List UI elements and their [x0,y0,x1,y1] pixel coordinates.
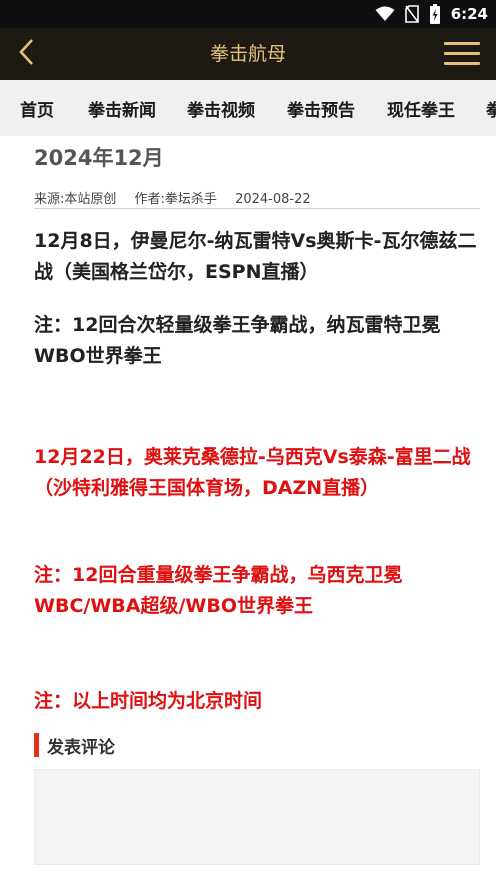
hamburger-menu-icon [444,42,480,45]
app-title: 拳击航母 [209,43,286,65]
nav-item-boxing-news[interactable]: 拳击新闻 [88,80,156,136]
article-paragraph-highlight: 注：以上时间均为北京时间 [34,690,263,712]
hamburger-line [444,52,480,55]
status-time: 6:24 [450,5,488,23]
status-icons: 6:24 [375,4,488,24]
wifi-icon [375,6,395,22]
comment-marker [34,733,39,757]
no-sim-icon [404,5,419,23]
article-paragraph: 注：12回合次轻量级拳王争霸战，纳瓦雷特卫冕WBO世界拳王 [34,314,441,367]
back-button[interactable] [10,38,42,70]
nav-item-boxing-videos[interactable]: 拳击视频 [187,80,255,136]
hamburger-line [444,62,480,65]
article-paragraph-highlight: 12月22日，奥莱克桑德拉-乌西克Vs泰森-富里二战（沙特利雅得王国体育场，DA… [34,446,471,499]
nav-item-home[interactable]: 首页 [20,80,54,136]
status-bar: 6:24 [0,0,496,28]
category-nav: 首页 拳击新闻 拳击视频 拳击预告 现任拳王 拳 [0,80,496,136]
article-title: 2024年12月 [34,146,164,170]
comment-title: 发表评论 [47,737,115,758]
menu-button[interactable] [444,40,482,68]
article-paragraph: 12月8日，伊曼尼尔-纳瓦雷特Vs奥斯卡-瓦尔德兹二战（美国格兰岱尔，ESPN直… [34,230,477,283]
app-header: 拳击航母 [0,28,496,80]
back-arrow-icon [18,38,34,70]
article-author: 作者:拳坛杀手 [134,192,217,207]
article-source: 来源:本站原创 [34,192,117,207]
nav-item-boxing-preview[interactable]: 拳击预告 [287,80,355,136]
comment-input[interactable] [34,769,480,865]
nav-item-current-champions[interactable]: 现任拳王 [387,80,455,136]
battery-icon [429,4,441,24]
article-date: 2024-08-22 [235,192,311,207]
meta-divider [34,208,480,209]
article-meta: 来源:本站原创 作者:拳坛杀手 2024-08-22 [34,188,325,207]
nav-item-overflow[interactable]: 拳 [486,80,496,136]
article-paragraph-highlight: 注：12回合重量级拳王争霸战，乌西克卫冕WBC/WBA超级/WBO世界拳王 [34,564,403,617]
comment-section-header: 发表评论 [34,732,115,758]
